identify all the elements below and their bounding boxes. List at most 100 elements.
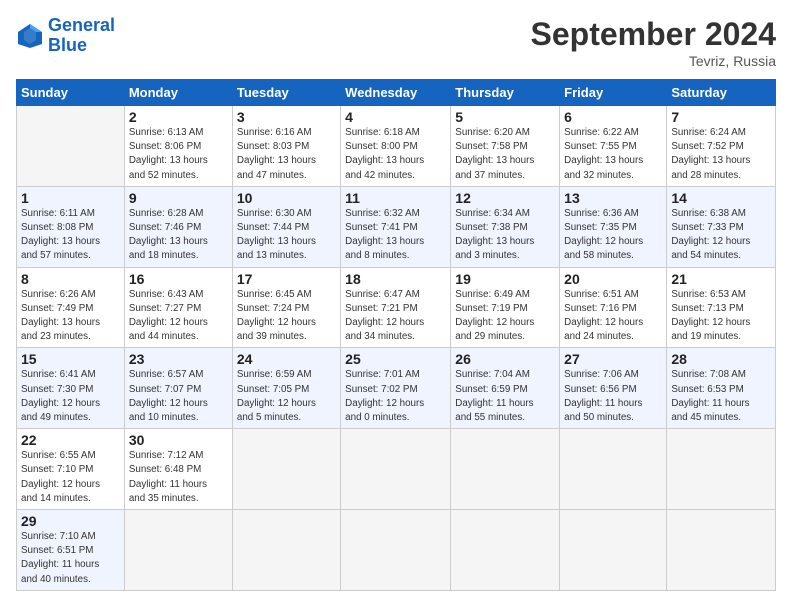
col-header-wednesday: Wednesday — [341, 80, 451, 106]
day-number: 1 — [21, 190, 120, 206]
day-info: Sunrise: 6:41 AM Sunset: 7:30 PM Dayligh… — [21, 368, 120, 425]
day-cell: 20Sunrise: 6:51 AM Sunset: 7:16 PM Dayli… — [560, 267, 667, 348]
day-cell: 9Sunrise: 6:28 AM Sunset: 7:46 PM Daylig… — [124, 186, 232, 267]
logo-text: General Blue — [48, 16, 115, 56]
day-number: 15 — [21, 351, 120, 367]
day-cell: 6Sunrise: 6:22 AM Sunset: 7:55 PM Daylig… — [560, 106, 667, 187]
day-info: Sunrise: 6:43 AM Sunset: 7:27 PM Dayligh… — [129, 288, 228, 345]
day-cell: 21Sunrise: 6:53 AM Sunset: 7:13 PM Dayli… — [667, 267, 776, 348]
day-cell: 7Sunrise: 6:24 AM Sunset: 7:52 PM Daylig… — [667, 106, 776, 187]
header: General Blue September 2024 Tevriz, Russ… — [16, 16, 776, 69]
day-info: Sunrise: 6:34 AM Sunset: 7:38 PM Dayligh… — [455, 207, 555, 264]
day-info: Sunrise: 6:47 AM Sunset: 7:21 PM Dayligh… — [345, 288, 446, 345]
week-row-1: 1Sunrise: 6:11 AM Sunset: 8:08 PM Daylig… — [17, 186, 776, 267]
day-number: 21 — [671, 271, 771, 287]
day-info: Sunrise: 7:04 AM Sunset: 6:59 PM Dayligh… — [455, 368, 555, 425]
day-number: 27 — [564, 351, 662, 367]
day-cell: 4Sunrise: 6:18 AM Sunset: 8:00 PM Daylig… — [341, 106, 451, 187]
day-info: Sunrise: 7:10 AM Sunset: 6:51 PM Dayligh… — [21, 530, 120, 587]
day-number: 28 — [671, 351, 771, 367]
day-info: Sunrise: 6:55 AM Sunset: 7:10 PM Dayligh… — [21, 449, 120, 506]
col-header-thursday: Thursday — [451, 80, 560, 106]
day-cell — [667, 429, 776, 510]
day-info: Sunrise: 6:24 AM Sunset: 7:52 PM Dayligh… — [671, 126, 771, 183]
day-info: Sunrise: 6:22 AM Sunset: 7:55 PM Dayligh… — [564, 126, 662, 183]
logo-icon — [16, 22, 44, 50]
day-cell: 13Sunrise: 6:36 AM Sunset: 7:35 PM Dayli… — [560, 186, 667, 267]
day-cell: 24Sunrise: 6:59 AM Sunset: 7:05 PM Dayli… — [232, 348, 340, 429]
day-cell: 25Sunrise: 7:01 AM Sunset: 7:02 PM Dayli… — [341, 348, 451, 429]
day-cell: 26Sunrise: 7:04 AM Sunset: 6:59 PM Dayli… — [451, 348, 560, 429]
day-cell — [560, 510, 667, 591]
header-row: SundayMondayTuesdayWednesdayThursdayFrid… — [17, 80, 776, 106]
day-number: 9 — [129, 190, 228, 206]
day-number: 10 — [237, 190, 336, 206]
day-number: 2 — [129, 109, 228, 125]
day-cell: 30Sunrise: 7:12 AM Sunset: 6:48 PM Dayli… — [124, 429, 232, 510]
day-cell: 29Sunrise: 7:10 AM Sunset: 6:51 PM Dayli… — [17, 510, 125, 591]
day-info: Sunrise: 6:32 AM Sunset: 7:41 PM Dayligh… — [345, 207, 446, 264]
day-number: 6 — [564, 109, 662, 125]
col-header-friday: Friday — [560, 80, 667, 106]
day-info: Sunrise: 6:57 AM Sunset: 7:07 PM Dayligh… — [129, 368, 228, 425]
day-cell: 2Sunrise: 6:13 AM Sunset: 8:06 PM Daylig… — [124, 106, 232, 187]
day-number: 26 — [455, 351, 555, 367]
day-info: Sunrise: 7:12 AM Sunset: 6:48 PM Dayligh… — [129, 449, 228, 506]
day-info: Sunrise: 6:51 AM Sunset: 7:16 PM Dayligh… — [564, 288, 662, 345]
col-header-saturday: Saturday — [667, 80, 776, 106]
day-info: Sunrise: 6:16 AM Sunset: 8:03 PM Dayligh… — [237, 126, 336, 183]
day-number: 30 — [129, 432, 228, 448]
day-number: 24 — [237, 351, 336, 367]
day-cell — [667, 510, 776, 591]
day-info: Sunrise: 7:06 AM Sunset: 6:56 PM Dayligh… — [564, 368, 662, 425]
col-header-tuesday: Tuesday — [232, 80, 340, 106]
day-info: Sunrise: 6:28 AM Sunset: 7:46 PM Dayligh… — [129, 207, 228, 264]
day-number: 5 — [455, 109, 555, 125]
day-cell: 11Sunrise: 6:32 AM Sunset: 7:41 PM Dayli… — [341, 186, 451, 267]
day-cell: 5Sunrise: 6:20 AM Sunset: 7:58 PM Daylig… — [451, 106, 560, 187]
day-cell — [560, 429, 667, 510]
day-number: 25 — [345, 351, 446, 367]
day-info: Sunrise: 6:49 AM Sunset: 7:19 PM Dayligh… — [455, 288, 555, 345]
day-info: Sunrise: 6:38 AM Sunset: 7:33 PM Dayligh… — [671, 207, 771, 264]
day-cell: 1Sunrise: 6:11 AM Sunset: 8:08 PM Daylig… — [17, 186, 125, 267]
day-cell: 15Sunrise: 6:41 AM Sunset: 7:30 PM Dayli… — [17, 348, 125, 429]
day-info: Sunrise: 6:45 AM Sunset: 7:24 PM Dayligh… — [237, 288, 336, 345]
day-number: 19 — [455, 271, 555, 287]
day-cell — [124, 510, 232, 591]
week-row-0: 2Sunrise: 6:13 AM Sunset: 8:06 PM Daylig… — [17, 106, 776, 187]
day-info: Sunrise: 6:13 AM Sunset: 8:06 PM Dayligh… — [129, 126, 228, 183]
week-row-4: 22Sunrise: 6:55 AM Sunset: 7:10 PM Dayli… — [17, 429, 776, 510]
calendar-table: SundayMondayTuesdayWednesdayThursdayFrid… — [16, 79, 776, 591]
day-info: Sunrise: 7:08 AM Sunset: 6:53 PM Dayligh… — [671, 368, 771, 425]
day-number: 12 — [455, 190, 555, 206]
day-cell: 10Sunrise: 6:30 AM Sunset: 7:44 PM Dayli… — [232, 186, 340, 267]
day-cell — [232, 429, 340, 510]
day-cell: 17Sunrise: 6:45 AM Sunset: 7:24 PM Dayli… — [232, 267, 340, 348]
day-number: 18 — [345, 271, 446, 287]
day-info: Sunrise: 6:26 AM Sunset: 7:49 PM Dayligh… — [21, 288, 120, 345]
day-number: 14 — [671, 190, 771, 206]
day-number: 7 — [671, 109, 771, 125]
day-info: Sunrise: 6:36 AM Sunset: 7:35 PM Dayligh… — [564, 207, 662, 264]
logo-line1: General — [48, 15, 115, 35]
title-block: September 2024 Tevriz, Russia — [531, 16, 776, 69]
day-info: Sunrise: 7:01 AM Sunset: 7:02 PM Dayligh… — [345, 368, 446, 425]
location-subtitle: Tevriz, Russia — [531, 53, 776, 69]
day-number: 16 — [129, 271, 228, 287]
day-cell: 18Sunrise: 6:47 AM Sunset: 7:21 PM Dayli… — [341, 267, 451, 348]
day-cell — [451, 429, 560, 510]
day-cell: 14Sunrise: 6:38 AM Sunset: 7:33 PM Dayli… — [667, 186, 776, 267]
day-cell: 22Sunrise: 6:55 AM Sunset: 7:10 PM Dayli… — [17, 429, 125, 510]
week-row-3: 15Sunrise: 6:41 AM Sunset: 7:30 PM Dayli… — [17, 348, 776, 429]
day-cell — [341, 510, 451, 591]
day-cell — [451, 510, 560, 591]
day-cell: 3Sunrise: 6:16 AM Sunset: 8:03 PM Daylig… — [232, 106, 340, 187]
day-info: Sunrise: 6:18 AM Sunset: 8:00 PM Dayligh… — [345, 126, 446, 183]
day-cell — [232, 510, 340, 591]
day-cell: 8Sunrise: 6:26 AM Sunset: 7:49 PM Daylig… — [17, 267, 125, 348]
day-info: Sunrise: 6:53 AM Sunset: 7:13 PM Dayligh… — [671, 288, 771, 345]
day-cell: 12Sunrise: 6:34 AM Sunset: 7:38 PM Dayli… — [451, 186, 560, 267]
logo: General Blue — [16, 16, 115, 56]
day-number: 11 — [345, 190, 446, 206]
